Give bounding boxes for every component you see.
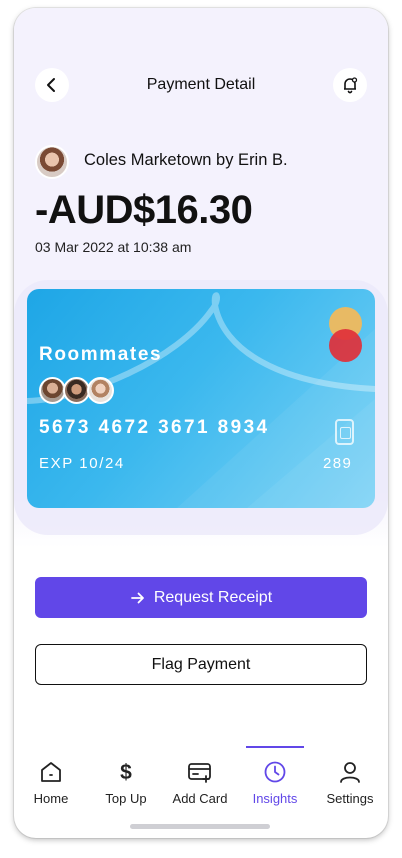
page-title: Payment Detail: [146, 76, 256, 93]
add-card-icon: [188, 763, 211, 783]
arrow-right-icon: [130, 592, 144, 603]
tab-add-card[interactable]: Add Card: [164, 746, 236, 812]
tab-settings-label: Settings: [326, 791, 374, 806]
tab-add-card-label: Add Card: [172, 791, 228, 806]
notifications-button[interactable]: [333, 68, 367, 102]
card-brand-circle-bottom: [329, 329, 362, 362]
member-avatar: [63, 377, 90, 404]
card-expiry: EXP 10/24: [39, 455, 125, 472]
member-avatar: [87, 377, 114, 404]
member-avatar: [39, 377, 66, 404]
flag-payment-button[interactable]: Flag Payment: [35, 644, 367, 685]
dollar-icon: $: [120, 761, 132, 784]
tab-bar: Home $ Top Up Add Card Insights Settings: [14, 746, 388, 816]
home-icon: [41, 762, 61, 782]
transaction-datetime: 03 Mar 2022 at 10:38 am: [35, 239, 192, 255]
tab-home-label: Home: [33, 791, 69, 806]
flag-payment-label: Flag Payment: [151, 655, 251, 673]
card-number: 5673 4672 3671 8934: [39, 417, 270, 438]
card-cvv: 289: [323, 455, 353, 472]
chip-icon: [335, 419, 354, 445]
tab-settings[interactable]: Settings: [314, 746, 386, 812]
home-indicator: [130, 824, 270, 829]
tab-top-up-label: Top Up: [105, 791, 147, 806]
tab-home[interactable]: Home: [15, 746, 87, 812]
tab-insights[interactable]: Insights: [239, 746, 311, 812]
merchant-avatar: [35, 145, 69, 179]
payment-card[interactable]: Roommates 5673 4672 3671 8934 EXP 10/24 …: [27, 289, 375, 508]
clock-icon: [264, 761, 286, 783]
bell-icon: [344, 77, 358, 94]
request-receipt-button[interactable]: Request Receipt: [35, 577, 367, 618]
svg-text:$: $: [120, 761, 132, 784]
request-receipt-label: Request Receipt: [153, 588, 273, 606]
user-icon: [340, 762, 360, 783]
card-name: Roommates: [39, 344, 163, 365]
transaction-amount: -AUD$16.30: [35, 188, 253, 232]
tab-top-up[interactable]: $ Top Up: [90, 746, 162, 812]
tab-insights-label: Insights: [252, 791, 298, 806]
phone-screen: Payment Detail Coles Marketown by Erin B…: [14, 8, 388, 838]
merchant-name: Coles Marketown by Erin B.: [84, 151, 288, 169]
